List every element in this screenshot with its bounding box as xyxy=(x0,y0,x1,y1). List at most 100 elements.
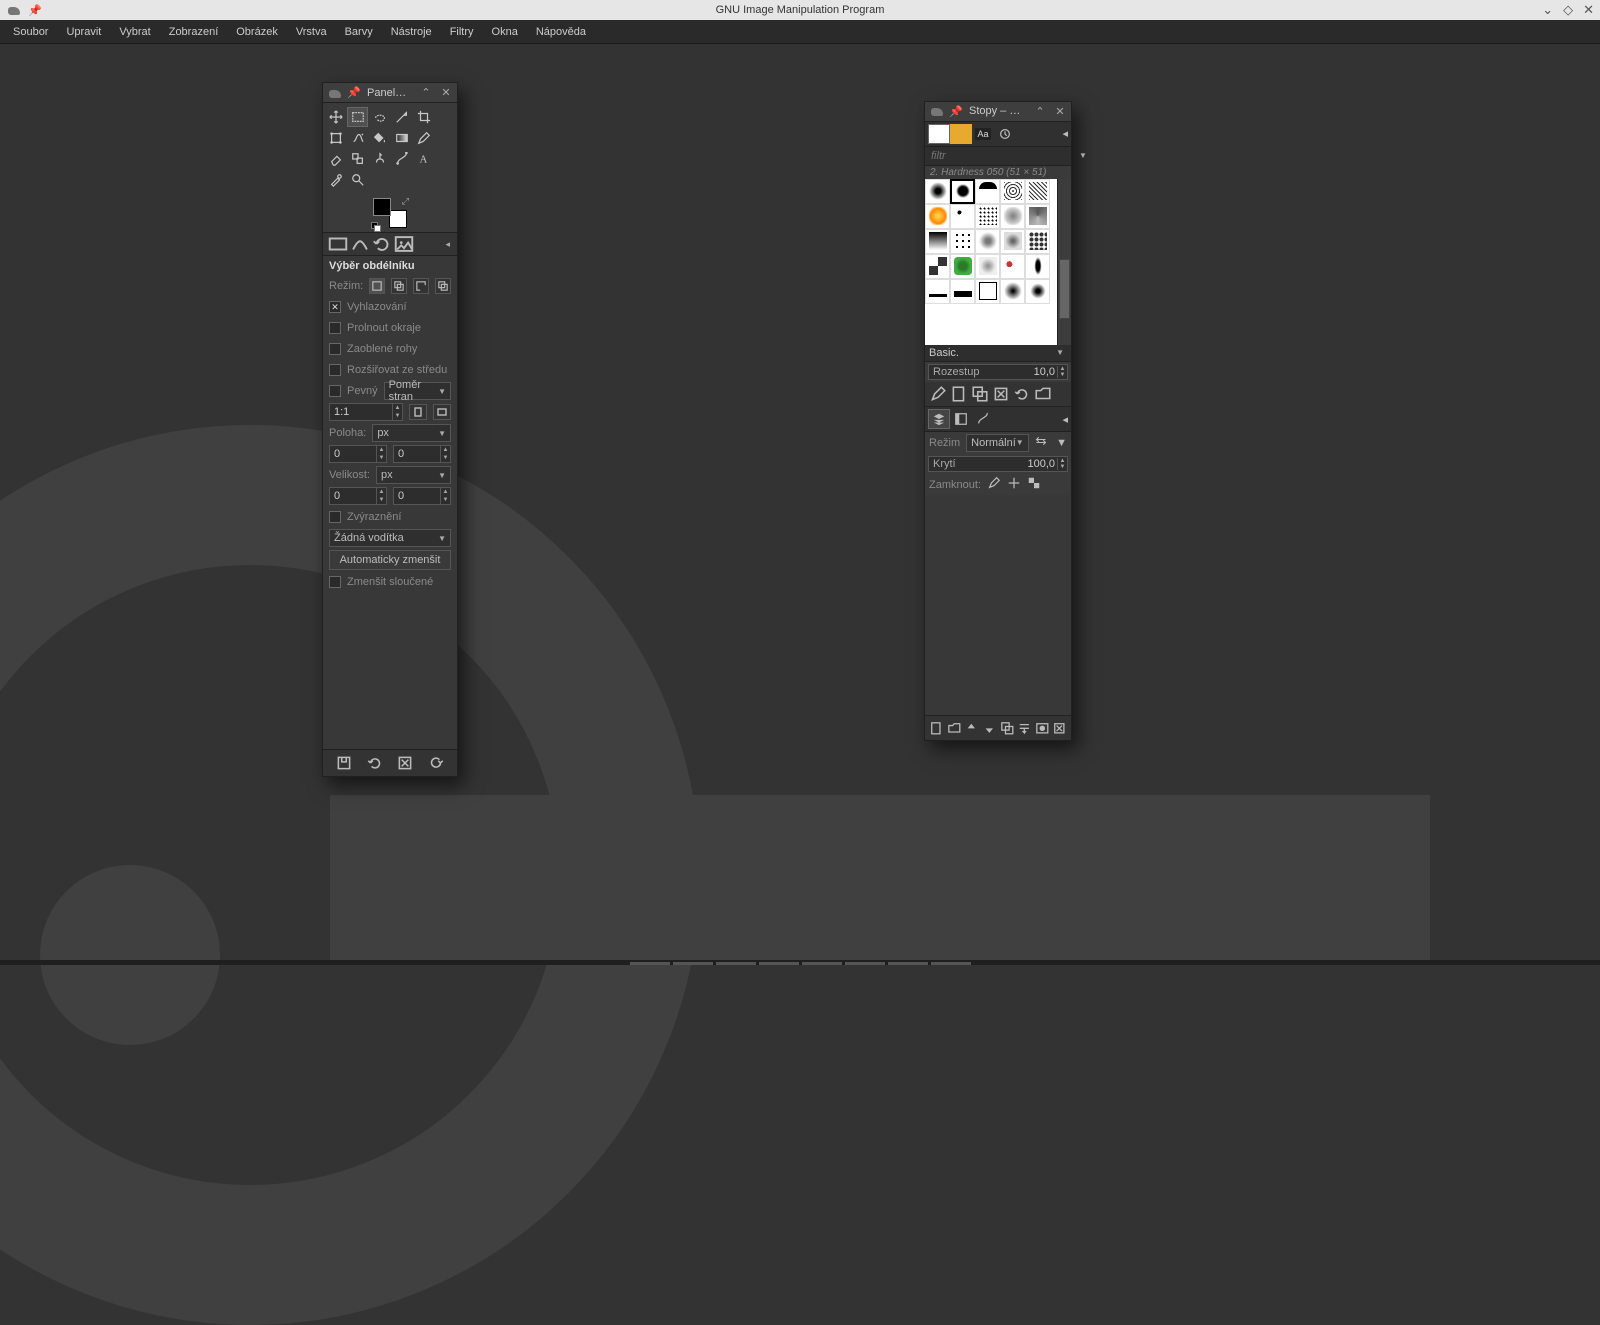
brush-item[interactable] xyxy=(925,204,950,229)
tool-clone[interactable] xyxy=(347,149,368,169)
open-as-image-icon[interactable] xyxy=(1034,385,1052,403)
autoshrink-button[interactable]: Automaticky zmenšit xyxy=(329,550,451,570)
tab-patterns[interactable] xyxy=(950,124,972,144)
new-layer-icon[interactable] xyxy=(929,719,944,737)
tool-eraser[interactable] xyxy=(325,149,346,169)
expand-center-checkbox[interactable] xyxy=(329,364,341,376)
tool-fuzzy-select[interactable] xyxy=(391,107,412,127)
lower-layer-icon[interactable] xyxy=(982,719,997,737)
brushes-titlebar[interactable]: 📌 Stopy – Vrstvy ⌃ ✕ xyxy=(925,102,1071,122)
layer-mode-dropdown[interactable]: Normální▼ xyxy=(966,434,1029,452)
tool-smudge[interactable] xyxy=(369,149,390,169)
refresh-brushes-icon[interactable] xyxy=(1013,385,1031,403)
mode-switch-icon[interactable] xyxy=(1035,435,1050,450)
minimize-button[interactable]: ⌄ xyxy=(1542,2,1553,18)
position-x-field[interactable] xyxy=(330,446,376,462)
brush-item[interactable] xyxy=(1025,204,1050,229)
brush-item[interactable] xyxy=(1000,254,1025,279)
titlebar-pin-icon[interactable]: 📌 xyxy=(28,4,42,17)
brush-item[interactable] xyxy=(950,229,975,254)
delete-brush-icon[interactable] xyxy=(992,385,1010,403)
brush-item[interactable] xyxy=(975,229,1000,254)
brush-item[interactable] xyxy=(925,279,950,304)
delete-tool-preset-icon[interactable] xyxy=(396,754,414,772)
tab-tool-options[interactable] xyxy=(327,235,349,253)
close-button[interactable]: ✕ xyxy=(1583,2,1594,18)
brush-item[interactable] xyxy=(925,229,950,254)
mode-add[interactable] xyxy=(391,278,407,294)
duplicate-layer-icon[interactable] xyxy=(1000,719,1015,737)
tool-pencil[interactable] xyxy=(413,128,434,148)
panel-pin-icon[interactable]: 📌 xyxy=(949,104,963,118)
brush-item[interactable] xyxy=(1000,179,1025,204)
menu-upravit[interactable]: Upravit xyxy=(57,23,110,41)
size-w-field[interactable] xyxy=(330,488,376,504)
tool-warp[interactable] xyxy=(347,128,368,148)
highlight-checkbox[interactable] xyxy=(329,511,341,523)
tab-menu-icon[interactable]: ◂ xyxy=(442,239,453,250)
size-unit-dropdown[interactable]: px▼ xyxy=(376,466,451,484)
raise-layer-icon[interactable] xyxy=(964,719,979,737)
opacity-spinner[interactable]: ▲▼ xyxy=(1057,458,1067,470)
brush-item[interactable] xyxy=(1025,279,1050,304)
size-w-input[interactable]: ▲▼ xyxy=(329,487,387,505)
position-unit-dropdown[interactable]: px▼ xyxy=(372,424,451,442)
tab-images[interactable] xyxy=(393,235,415,253)
tab-device-status[interactable] xyxy=(349,235,371,253)
chevron-down-icon[interactable]: ▼ xyxy=(1056,437,1067,449)
brush-item[interactable] xyxy=(950,254,975,279)
tab-paths[interactable] xyxy=(972,409,994,429)
position-y-field[interactable] xyxy=(394,446,440,462)
feather-checkbox[interactable] xyxy=(329,322,341,334)
aspect-ratio-field[interactable] xyxy=(330,404,392,420)
spacing-slider[interactable]: Rozestup 10,0 ▲▼ xyxy=(928,364,1068,381)
brush-item[interactable] xyxy=(975,179,1000,204)
brush-item[interactable] xyxy=(925,254,950,279)
brush-item[interactable] xyxy=(975,204,1000,229)
tool-text[interactable]: A xyxy=(413,149,434,169)
foreground-color[interactable] xyxy=(373,198,391,216)
menu-vybrat[interactable]: Vybrat xyxy=(110,23,159,41)
panel-close-icon[interactable]: ✕ xyxy=(439,86,453,100)
mode-intersect[interactable] xyxy=(435,278,451,294)
lock-pixels-icon[interactable] xyxy=(987,476,1001,493)
mode-subtract[interactable] xyxy=(413,278,429,294)
aspect-ratio-input[interactable]: ▲▼ xyxy=(329,403,403,421)
brush-filter-input[interactable] xyxy=(929,149,1076,163)
menu-obrazek[interactable]: Obrázek xyxy=(227,23,287,41)
menu-napoveda[interactable]: Nápověda xyxy=(527,23,595,41)
swap-colors-icon[interactable]: ⤢ xyxy=(402,196,409,207)
reset-tool-preset-icon[interactable] xyxy=(427,754,445,772)
fixed-checkbox[interactable] xyxy=(329,385,341,397)
menu-nastroje[interactable]: Nástroje xyxy=(382,23,441,41)
brush-item[interactable] xyxy=(950,279,975,304)
tab-brushes[interactable] xyxy=(928,124,950,144)
delete-layer-icon[interactable] xyxy=(1052,719,1067,737)
tool-crop[interactable] xyxy=(413,107,434,127)
menu-filtry[interactable]: Filtry xyxy=(441,23,483,41)
spacing-spinner[interactable]: ▲▼ xyxy=(1057,366,1067,378)
tool-free-select[interactable] xyxy=(369,107,390,127)
restore-tool-preset-icon[interactable] xyxy=(366,754,384,772)
chevron-down-icon[interactable]: ▼ xyxy=(1076,151,1090,160)
brush-item[interactable] xyxy=(1025,179,1050,204)
tab-document-history[interactable] xyxy=(994,124,1016,144)
position-y-input[interactable]: ▲▼ xyxy=(393,445,451,463)
background-color[interactable] xyxy=(389,210,407,228)
brush-preset-row[interactable]: Basic. ▼ xyxy=(925,345,1071,362)
tab-undo-history[interactable] xyxy=(371,235,393,253)
tab-channels[interactable] xyxy=(950,409,972,429)
menu-okna[interactable]: Okna xyxy=(483,23,527,41)
position-x-input[interactable]: ▲▼ xyxy=(329,445,387,463)
tab-menu-icon[interactable]: ◂ xyxy=(1062,413,1068,426)
orient-portrait[interactable] xyxy=(409,404,427,420)
brush-item[interactable] xyxy=(950,179,975,204)
shrink-merged-checkbox[interactable] xyxy=(329,576,341,588)
default-colors-icon[interactable] xyxy=(371,222,379,230)
brush-item[interactable] xyxy=(1000,279,1025,304)
brush-item[interactable] xyxy=(1000,204,1025,229)
save-tool-preset-icon[interactable] xyxy=(335,754,353,772)
brush-item[interactable] xyxy=(925,179,950,204)
menu-vrstva[interactable]: Vrstva xyxy=(287,23,336,41)
tool-rect-select[interactable] xyxy=(347,107,368,127)
